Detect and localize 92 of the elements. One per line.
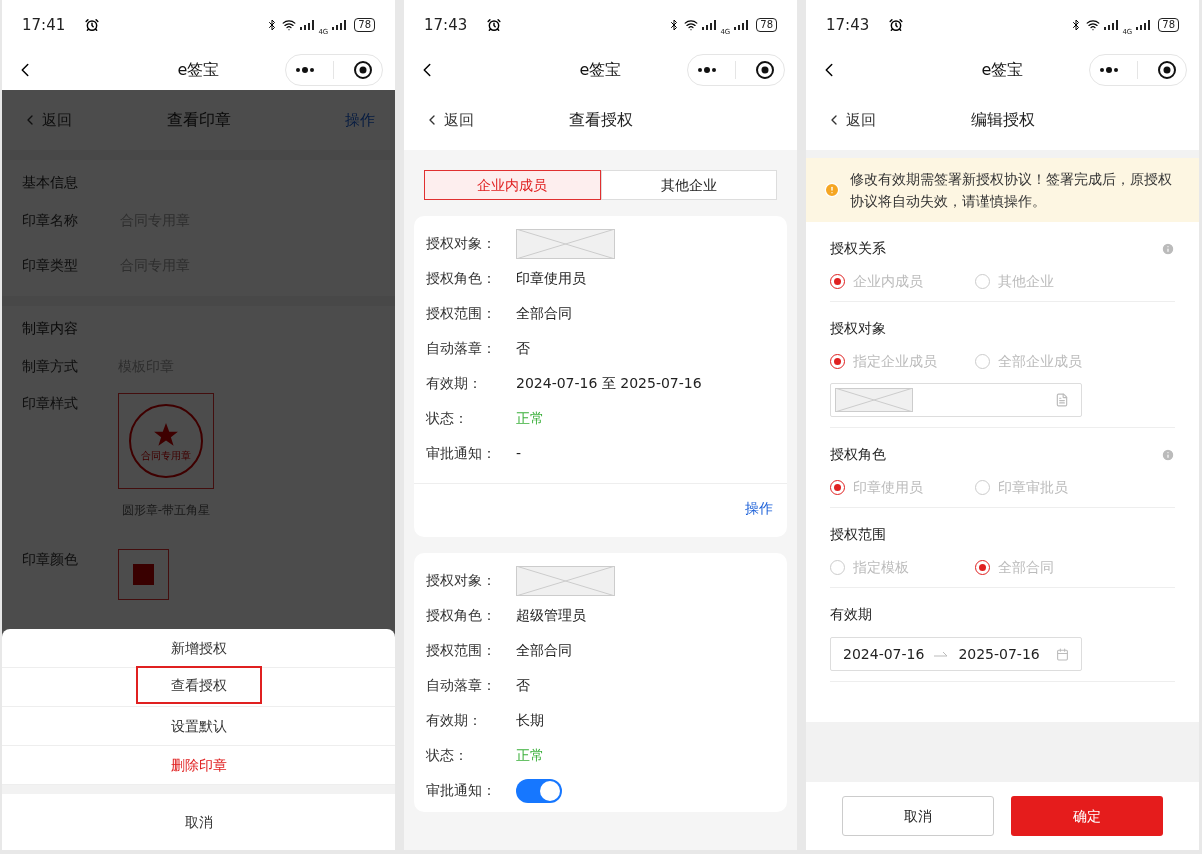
segment-tab[interactable]: 企业内成员 [424,170,601,200]
radio-label: 企业内成员 [853,271,923,291]
section-title: 授权对象 [830,319,886,338]
more-icon[interactable] [1099,67,1120,73]
status-time: 17:43 [424,14,468,36]
radio-label: 指定企业成员 [853,351,937,371]
signal-icon [702,20,717,30]
wifi-icon [1086,18,1101,32]
cancel-button[interactable]: 取消 [842,796,994,836]
page-title: 查看印章 [166,109,231,131]
field-label: 有效期： [426,711,483,730]
seal-text: 合同专用章 [141,450,191,461]
close-target-icon[interactable] [1156,60,1177,80]
mini-app-title: e签宝 [579,59,622,81]
page-title: 编辑授权 [970,109,1035,131]
close-target-icon[interactable] [754,60,775,80]
section-title: 授权角色 [830,445,886,464]
action-link[interactable]: 操作 [745,498,773,519]
wifi-icon [282,18,297,32]
radio-label: 指定模板 [853,557,909,577]
field-label: 授权角色： [426,269,497,288]
field-label: 印章颜色 [22,550,79,569]
status-time: 17:43 [826,14,870,36]
field-label: 状态： [426,409,469,428]
radio-label: 全部企业成员 [998,351,1082,371]
field-label: 审批通知： [426,444,497,463]
field-label: 自动落章： [426,676,497,695]
warning-icon [824,182,840,198]
section-title: 制章内容 [22,319,79,338]
signal-icon [300,20,315,30]
status-value: 正常 [516,746,544,765]
radio-label: 印章审批员 [998,477,1068,497]
field-label: 制章方式 [22,357,79,376]
field-value: - [516,444,522,463]
sheet-option[interactable]: 删除印章 [135,746,262,784]
field-value: 否 [516,339,530,358]
signal-icon [1136,20,1151,30]
alarm-icon [889,18,904,32]
notify-switch[interactable] [516,778,562,803]
signal-icon [734,20,749,30]
section-title: 基本信息 [22,173,79,192]
field-label: 授权范围： [426,304,497,323]
field-value: 全部合同 [516,641,572,660]
field-value: 否 [516,676,530,695]
close-target-icon[interactable] [352,60,373,80]
mini-app-title: e签宝 [981,59,1024,81]
warning-text: 修改有效期需签署新授权协议！签署完成后，原授权协议将自动失效，请谨慎操作。 [850,170,1173,211]
battery-icon: 78 [354,18,375,32]
segment-tab[interactable]: 其他企业 [600,170,777,200]
confirm-button[interactable]: 确定 [1011,796,1163,836]
radio-label: 印章使用员 [853,477,923,497]
wifi-icon [684,18,699,32]
field-label: 印章类型 [22,256,79,275]
field-label: 授权范围： [426,641,497,660]
back-link[interactable]: 返回 [424,108,474,132]
more-icon[interactable] [697,67,718,73]
field-value: 超级管理员 [516,606,586,625]
signal-icon [332,20,347,30]
more-icon[interactable] [295,67,316,73]
section-title: 有效期 [830,605,872,624]
field-label: 授权角色： [426,606,497,625]
sheet-option[interactable]: 查看授权 [135,666,262,704]
back-link[interactable]: 返回 [826,108,876,132]
field-label: 状态： [426,746,469,765]
radio-label: 其他企业 [998,271,1054,291]
field-label: 有效期： [426,374,483,393]
battery-icon: 78 [756,18,777,32]
battery-icon: 78 [1158,18,1179,32]
field-label: 授权对象： [426,571,497,590]
status-time: 17:41 [22,14,66,36]
alarm-icon [487,18,502,32]
field-label: 授权对象： [426,234,497,253]
sheet-option[interactable]: 设置默认 [135,707,262,745]
field-value: 印章使用员 [516,269,586,288]
page-title: 查看授权 [568,109,633,131]
date-range-field[interactable]: 2024-07-16 2025-07-16 [830,637,1082,671]
cancel-button[interactable]: 取消 [2,794,395,850]
signal-icon [1104,20,1119,30]
field-label: 印章样式 [22,394,79,413]
field-value: 长期 [516,711,544,730]
mini-app-title: e签宝 [177,59,220,81]
field-label: 印章名称 [22,211,79,230]
section-title: 授权关系 [830,239,886,258]
status-value: 正常 [516,409,544,428]
section-title: 授权范围 [830,525,886,544]
field-value: 2024-07-16 至 2025-07-16 [516,374,702,393]
field-value: 全部合同 [516,304,572,323]
radio-label: 全部合同 [998,557,1054,577]
field-label: 自动落章： [426,339,497,358]
field-label: 审批通知： [426,781,497,800]
alarm-icon [85,18,100,32]
sheet-option[interactable]: 新增授权 [135,629,262,667]
